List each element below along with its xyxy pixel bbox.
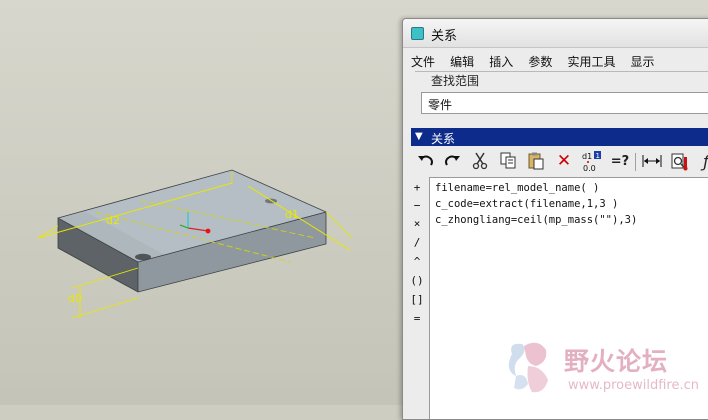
menu-insert[interactable]: 插入	[489, 53, 513, 70]
operator-minus[interactable]: −	[409, 199, 425, 212]
operator-plus[interactable]: +	[409, 181, 425, 194]
app-icon	[411, 27, 424, 40]
flame-logo-icon	[508, 342, 548, 393]
evaluate-icon[interactable]: =?	[609, 150, 631, 172]
lookup-scope-select[interactable]: 零件 ▼	[421, 92, 708, 114]
collapse-arrow-icon: ▼	[415, 131, 423, 142]
model-view[interactable]: d2 d1 d0	[0, 0, 400, 405]
function-icon[interactable]: ƒ	[695, 150, 708, 172]
menu-parameters[interactable]: 参数	[528, 53, 552, 70]
lookup-scope-value: 零件	[428, 98, 453, 112]
watermark: 野火论坛 www.proewildfire.cn	[498, 336, 708, 405]
relation-line[interactable]: c_zhongliang=ceil(mp_mass(""),3)	[435, 214, 637, 226]
verify-icon[interactable]	[669, 150, 691, 172]
menu-utilities[interactable]: 实用工具	[567, 53, 615, 70]
relation-line[interactable]: c_code=extract(filename,1,3 )	[435, 198, 618, 210]
toggle-units-icon[interactable]: d1 1 0.0	[581, 150, 605, 172]
relation-line[interactable]: filename=rel_model_name( )	[435, 182, 599, 194]
units-badge: 1	[596, 152, 600, 160]
operator-power[interactable]: ^	[409, 255, 425, 268]
toolbar: ✕ d1 1 0.0 =? ƒ	[411, 150, 708, 174]
menu-file[interactable]: 文件	[411, 53, 435, 70]
dimension-ext	[325, 211, 353, 239]
dimension-label-d2[interactable]: d2	[106, 214, 120, 227]
title-bar[interactable]: 关系	[403, 19, 708, 48]
operator-equals[interactable]: =	[409, 312, 425, 325]
operator-divide[interactable]: /	[409, 236, 425, 249]
lookup-scope-group: 查找范围 零件 ▼	[415, 71, 708, 134]
delete-icon[interactable]: ✕	[553, 150, 575, 172]
watermark-url: www.proewildfire.cn	[568, 378, 699, 393]
lookup-scope-label: 查找范围	[429, 72, 482, 89]
section-title: 关系	[431, 132, 456, 146]
window-title: 关系	[431, 29, 458, 44]
dimension-label-d1[interactable]: d1	[285, 208, 299, 221]
units-bottom: 0.0	[583, 164, 596, 172]
redo-icon[interactable]	[441, 150, 463, 172]
operator-multiply[interactable]: ×	[409, 217, 425, 230]
dimension-ext	[37, 225, 59, 239]
undo-icon[interactable]	[415, 150, 437, 172]
operator-brackets[interactable]: []	[409, 293, 425, 306]
relations-section-header[interactable]: ▼ 关系	[411, 128, 708, 146]
dimension-icon[interactable]	[641, 150, 663, 172]
dimension-label-d0[interactable]: d0	[68, 292, 82, 305]
copy-icon[interactable]	[497, 150, 519, 172]
units-top: d1	[582, 152, 592, 161]
csys-x-marker	[205, 228, 211, 234]
watermark-title: 野火论坛	[564, 347, 669, 376]
paste-icon[interactable]	[525, 150, 547, 172]
menu-edit[interactable]: 编辑	[450, 53, 474, 70]
menu-display[interactable]: 显示	[631, 53, 655, 70]
cut-icon[interactable]	[469, 150, 491, 172]
menu-bar: 文件 编辑 插入 参数 实用工具 显示	[411, 51, 665, 71]
toolbar-separator	[635, 153, 636, 171]
operator-parentheses[interactable]: ()	[409, 274, 425, 287]
